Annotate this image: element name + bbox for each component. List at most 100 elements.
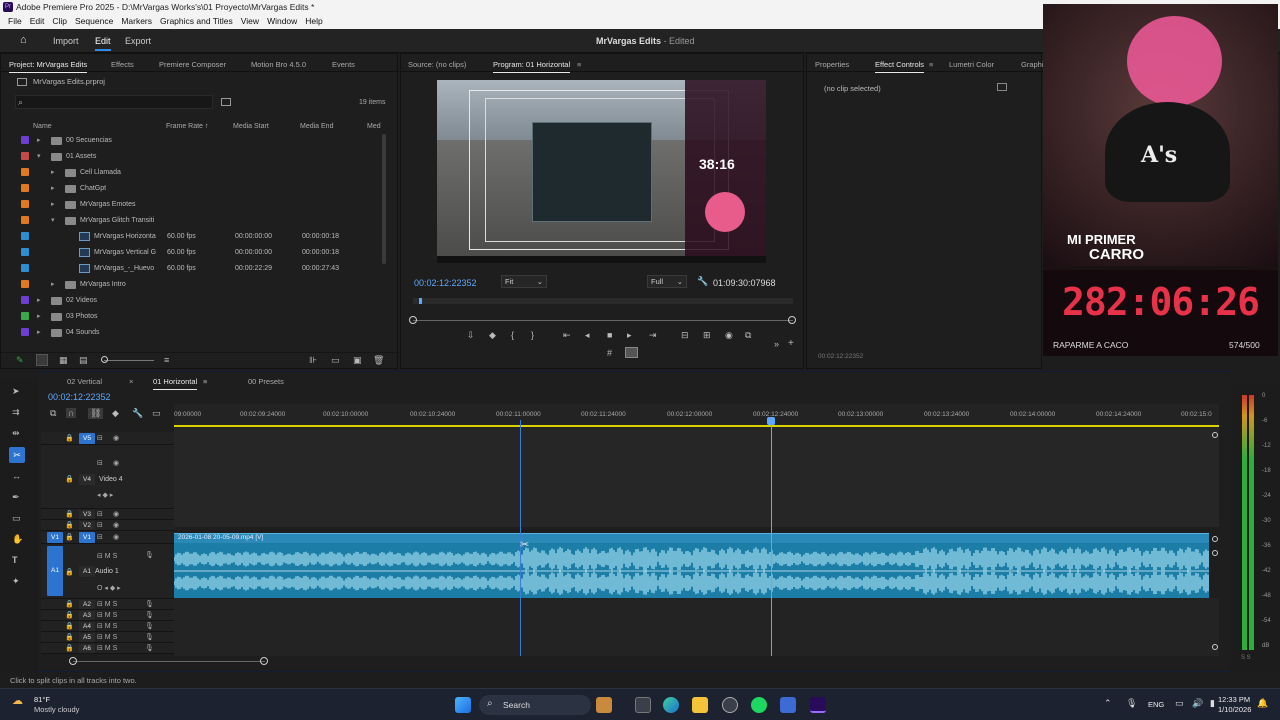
- automate-icon[interactable]: ⊪: [309, 355, 317, 366]
- tab-properties[interactable]: Properties: [815, 60, 849, 69]
- prev-keyframe-icon[interactable]: ◂ ◆ ▸: [97, 491, 113, 499]
- language-indicator[interactable]: ENG: [1148, 700, 1164, 709]
- list-item[interactable]: ▸ 02 Videos: [15, 293, 383, 308]
- chevron-down-icon[interactable]: ▾: [37, 149, 41, 164]
- track-header-v4[interactable]: ⊟ ◉ 🔒 V4 Video 4 ◂ ◆ ▸: [41, 445, 174, 509]
- list-view-icon[interactable]: [36, 354, 48, 366]
- zoom-bar[interactable]: [413, 320, 793, 321]
- premiere-taskbar-icon[interactable]: [810, 697, 826, 713]
- track-label-v3[interactable]: V3: [79, 510, 95, 519]
- slip-tool-icon[interactable]: ↔: [12, 471, 21, 481]
- track-header-v5[interactable]: 🔒 V5 ⊟ ◉: [41, 432, 174, 445]
- timeline-timecode[interactable]: 00:02:12:22352: [48, 392, 111, 402]
- menu-edit[interactable]: Edit: [26, 14, 49, 29]
- task-view-icon[interactable]: [635, 697, 651, 713]
- tab-graphics[interactable]: Graphi: [1021, 60, 1044, 69]
- fit-dropdown[interactable]: Fit ⌄: [501, 275, 547, 288]
- add-button-icon[interactable]: +: [788, 338, 794, 349]
- label-color-swatch[interactable]: [21, 168, 29, 176]
- tab-export[interactable]: Export: [125, 36, 151, 46]
- find-icon[interactable]: ▭: [331, 355, 340, 366]
- spotify-icon[interactable]: [751, 697, 767, 713]
- chevron-right-icon[interactable]: ▸: [37, 309, 41, 324]
- pencil-icon[interactable]: ✎: [16, 355, 24, 366]
- col-frame-rate[interactable]: Frame Rate ↑: [166, 123, 208, 130]
- mute-solo-buttons[interactable]: ⊟ M S: [97, 600, 117, 608]
- lock-icon[interactable]: 🔒: [65, 633, 74, 641]
- program-scrubber[interactable]: [413, 298, 793, 304]
- add-marker-icon[interactable]: ◆: [489, 330, 496, 341]
- video-tracks-area[interactable]: [174, 428, 1219, 527]
- track-header-a6[interactable]: 🔒 A6 ⊟ M S 🎙: [41, 643, 174, 654]
- razor-tool-icon[interactable]: ✂: [9, 447, 25, 463]
- add-marker-icon[interactable]: ◆: [112, 408, 119, 419]
- lock-icon[interactable]: 🔒: [65, 533, 74, 541]
- panel-menu-icon[interactable]: ≡: [929, 60, 933, 69]
- list-item[interactable]: ▸ MrVargas Emotes: [15, 197, 383, 212]
- chevron-up-icon[interactable]: ⌃: [1104, 698, 1112, 709]
- zoom-handle-right[interactable]: [788, 316, 796, 324]
- volume-icon[interactable]: 🔊: [1192, 698, 1203, 709]
- notification-bell-icon[interactable]: 🔔: [1257, 698, 1268, 709]
- menu-sequence[interactable]: Sequence: [71, 14, 117, 29]
- icon-view-icon[interactable]: ▦: [59, 355, 68, 366]
- tab-motion-bro[interactable]: Motion Bro 4.5.0: [251, 60, 306, 69]
- freeform-view-icon[interactable]: ▤: [79, 355, 88, 366]
- camera-icon[interactable]: ◉: [725, 330, 733, 341]
- eye-icon[interactable]: ◉: [113, 459, 119, 467]
- list-item[interactable]: ▸ MrVargas Intro: [15, 277, 383, 292]
- audio-clip[interactable]: [174, 543, 1209, 598]
- label-color-swatch[interactable]: [21, 312, 29, 320]
- windows-start-icon[interactable]: [455, 697, 471, 713]
- selection-tool-icon[interactable]: ➤: [12, 386, 20, 397]
- extract-icon[interactable]: ⊞: [703, 330, 711, 341]
- lock-icon[interactable]: 🔒: [65, 644, 74, 652]
- sync-icon[interactable]: ⊟: [97, 510, 103, 518]
- track-header-a4[interactable]: 🔒 A4 ⊟ M S 🎙: [41, 621, 174, 632]
- label-color-swatch[interactable]: [21, 248, 29, 256]
- volume-knob-icon[interactable]: O ◂ ◆ ▸: [97, 584, 121, 592]
- lock-icon[interactable]: 🔒: [65, 475, 74, 483]
- tab-lumetri-color[interactable]: Lumetri Color: [949, 60, 994, 69]
- list-item[interactable]: ▸ Cell Llamada: [15, 165, 383, 180]
- label-color-swatch[interactable]: [21, 216, 29, 224]
- panel-menu-icon[interactable]: ≡: [577, 60, 581, 69]
- track-label-a2[interactable]: A2: [79, 600, 95, 609]
- generative-tool-icon[interactable]: ✦: [12, 576, 20, 587]
- lock-icon[interactable]: 🔒: [65, 568, 74, 576]
- microphone-icon[interactable]: 🎙: [145, 611, 154, 619]
- tab-02-vertical[interactable]: 02 Vertical: [67, 377, 102, 386]
- mute-solo-buttons[interactable]: ⊟ M S: [97, 633, 117, 641]
- tab-events[interactable]: Events: [332, 60, 355, 69]
- linked-selection-icon[interactable]: ⛓: [88, 408, 104, 419]
- menu-markers[interactable]: Markers: [117, 14, 156, 29]
- panel-menu-icon[interactable]: ≡: [203, 377, 207, 386]
- list-item[interactable]: ▾ 01 Assets: [15, 149, 383, 164]
- rectangle-tool-icon[interactable]: ▭: [12, 513, 21, 524]
- chevron-right-icon[interactable]: ▸: [37, 133, 41, 148]
- sync-icon[interactable]: ⊟: [97, 434, 103, 442]
- lock-icon[interactable]: 🔒: [65, 611, 74, 619]
- show-timeline-icon[interactable]: [997, 83, 1007, 91]
- source-target-a1[interactable]: A1: [47, 546, 63, 596]
- track-label-v4[interactable]: V4: [79, 474, 95, 485]
- sync-icon[interactable]: ⊟: [97, 459, 103, 467]
- zoom-slider[interactable]: [104, 360, 154, 361]
- menu-graphics[interactable]: Graphics and Titles: [156, 14, 237, 29]
- edge-icon[interactable]: [663, 697, 679, 713]
- track-label-a1[interactable]: A1: [79, 566, 95, 577]
- program-viewer[interactable]: 38:16: [437, 80, 766, 263]
- clock-time[interactable]: 12:33 PM: [1218, 695, 1250, 704]
- stop-icon[interactable]: ■: [607, 330, 612, 340]
- track-header-v2[interactable]: 🔒 V2 ⊟ ◉: [41, 520, 174, 531]
- mark-in-icon[interactable]: {: [511, 330, 514, 340]
- work-area-bar[interactable]: [174, 425, 1219, 427]
- chevron-right-icon[interactable]: ▸: [51, 277, 55, 292]
- label-color-swatch[interactable]: [21, 296, 29, 304]
- video-clip[interactable]: 2026-01-08 20-05-09.mp4 [V]: [174, 533, 1209, 543]
- weather-desc[interactable]: Mostly cloudy: [34, 705, 79, 714]
- track-label-v2[interactable]: V2: [79, 521, 95, 530]
- safe-margins-icon[interactable]: [625, 347, 638, 358]
- step-back-icon[interactable]: ◂: [585, 330, 590, 341]
- audio-tracks-area[interactable]: [174, 598, 1219, 656]
